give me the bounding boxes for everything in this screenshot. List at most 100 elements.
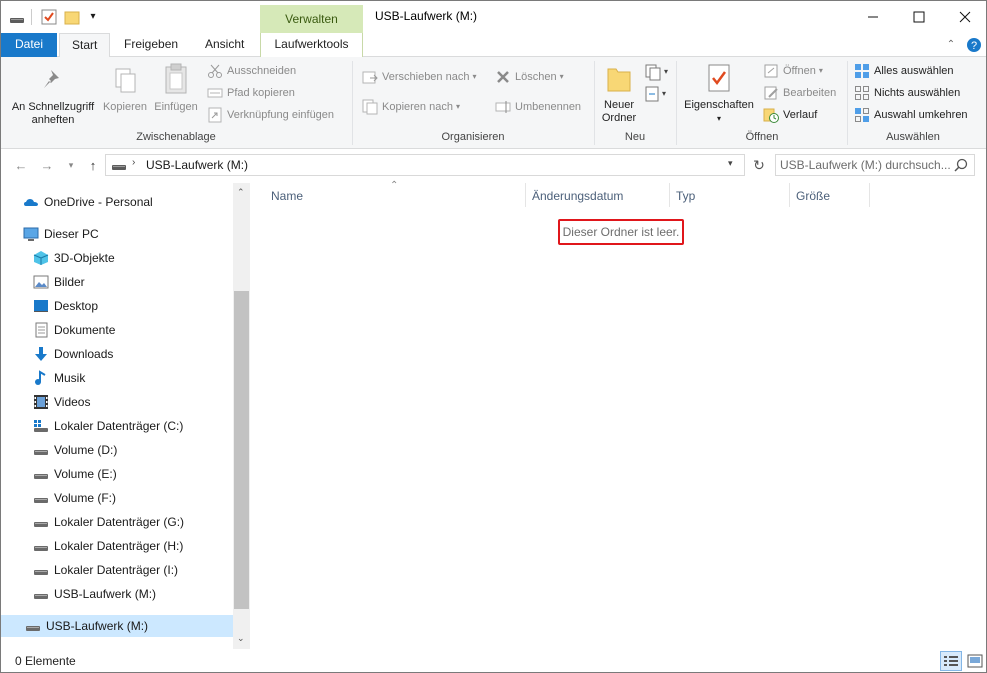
- move-to-button[interactable]: Verschieben nach ▾: [362, 67, 477, 87]
- tab-file[interactable]: Datei: [1, 33, 57, 57]
- properties-icon[interactable]: [41, 9, 57, 25]
- tree-item-drive-f[interactable]: Volume (F:): [33, 487, 116, 509]
- copy-to-button[interactable]: Kopieren nach ▾: [362, 97, 460, 117]
- search-input[interactable]: USB-Laufwerk (M:) durchsuch...: [775, 154, 975, 176]
- properties-button[interactable]: Eigenschaften ▾: [681, 63, 757, 125]
- usb-drive-icon: [33, 586, 49, 602]
- tree-item-downloads[interactable]: Downloads: [33, 343, 113, 365]
- paste-shortcut-icon: [207, 107, 223, 123]
- group-label-clipboard: Zwischenablage: [136, 131, 216, 143]
- paste-button[interactable]: Einfügen: [151, 63, 201, 114]
- copy-to-icon: [362, 99, 378, 115]
- copy-icon: [115, 68, 136, 93]
- open-button[interactable]: Öffnen ▾: [763, 61, 823, 81]
- copy-path-button[interactable]: Pfad kopieren: [207, 83, 295, 103]
- pictures-icon: [33, 274, 49, 290]
- new-folder-icon[interactable]: [64, 9, 80, 25]
- refresh-icon[interactable]: ↻: [750, 156, 768, 174]
- paste-shortcut-button[interactable]: Verknüpfung einfügen: [207, 105, 334, 125]
- scroll-down-icon[interactable]: ⌄: [237, 633, 245, 644]
- tree-item-3d-objects[interactable]: 3D-Objekte: [33, 247, 115, 269]
- details-view-icon: [944, 656, 958, 666]
- address-bar[interactable]: › USB-Laufwerk (M:) ▾: [105, 154, 745, 176]
- 3d-objects-icon: [33, 250, 49, 266]
- tab-drive-tools[interactable]: Laufwerktools: [260, 33, 363, 57]
- status-bar: 0 Elemente: [1, 649, 986, 672]
- close-button[interactable]: [942, 1, 986, 33]
- tree-item-videos[interactable]: Videos: [33, 391, 90, 413]
- column-header-type[interactable]: Typ: [676, 183, 695, 207]
- collapse-ribbon-icon[interactable]: ⌃: [944, 38, 958, 52]
- tree-item-pictures[interactable]: Bilder: [33, 271, 85, 293]
- minimize-button[interactable]: [850, 1, 896, 33]
- address-path[interactable]: USB-Laufwerk (M:): [146, 158, 248, 172]
- tree-label: Lokaler Datenträger (H:): [54, 539, 184, 553]
- pin-label-1: An Schnellzugriff: [11, 101, 95, 113]
- copy-button[interactable]: Kopieren: [101, 67, 149, 114]
- column-separator[interactable]: [525, 183, 526, 207]
- large-icons-view-button[interactable]: [965, 651, 985, 671]
- tree-item-drive-i[interactable]: Lokaler Datenträger (I:): [33, 559, 178, 581]
- file-list: ⌃ Name Änderungsdatum Typ Größe Dieser O…: [250, 180, 986, 649]
- edit-button[interactable]: Bearbeiten: [763, 83, 836, 103]
- easy-access-button[interactable]: ▾: [644, 85, 668, 103]
- tree-label: USB-Laufwerk (M:): [46, 619, 149, 633]
- column-header-name[interactable]: Name: [271, 183, 303, 207]
- tree-item-selected-usb[interactable]: USB-Laufwerk (M:): [1, 615, 233, 637]
- maximize-button[interactable]: [896, 1, 942, 33]
- tree-item-music[interactable]: Musik: [33, 367, 85, 389]
- new-folder-label-1: Neuer: [604, 99, 634, 111]
- copy-path-icon: [207, 85, 223, 101]
- tree-item-drive-h[interactable]: Lokaler Datenträger (H:): [33, 535, 183, 557]
- address-dropdown-icon[interactable]: ▾: [728, 158, 733, 169]
- tree-item-drive-g[interactable]: Lokaler Datenträger (G:): [33, 511, 184, 533]
- new-folder-button[interactable]: Neuer Ordner: [598, 63, 640, 125]
- open-label: Öffnen: [783, 65, 816, 77]
- downloads-icon: [33, 346, 49, 362]
- details-view-button[interactable]: [940, 651, 962, 671]
- new-item-button[interactable]: ▾: [644, 63, 668, 81]
- ribbon: An Schnellzugriff anheften Kopieren Einf…: [1, 57, 986, 149]
- qat-customize-icon[interactable]: ▾: [85, 9, 101, 25]
- scroll-up-icon[interactable]: ⌃: [237, 187, 245, 198]
- window-title: USB-Laufwerk (M:): [375, 9, 478, 23]
- recent-locations-button[interactable]: ▾: [61, 155, 81, 175]
- tree-item-desktop[interactable]: Desktop: [33, 295, 98, 317]
- column-header-modified[interactable]: Änderungsdatum: [532, 183, 623, 207]
- select-all-button[interactable]: Alles auswählen: [854, 61, 954, 81]
- drive-icon: [33, 490, 49, 506]
- svg-text:▾: ▾: [662, 89, 666, 98]
- rename-button[interactable]: Umbenennen: [495, 97, 581, 117]
- scrollbar-thumb[interactable]: [234, 291, 249, 609]
- column-header-size[interactable]: Größe: [796, 183, 830, 207]
- column-separator[interactable]: [869, 183, 870, 207]
- tree-label: Downloads: [54, 347, 114, 361]
- invert-selection-label: Auswahl umkehren: [874, 109, 968, 121]
- column-separator[interactable]: [669, 183, 670, 207]
- tree-item-onedrive[interactable]: OneDrive - Personal: [23, 191, 153, 213]
- tree-item-drive-e[interactable]: Volume (E:): [33, 463, 117, 485]
- forward-button[interactable]: →: [37, 155, 57, 175]
- tab-start[interactable]: Start: [59, 33, 111, 58]
- select-none-button[interactable]: Nichts auswählen: [854, 83, 960, 103]
- tree-item-this-pc[interactable]: Dieser PC: [23, 223, 99, 245]
- back-button[interactable]: ←: [11, 155, 31, 175]
- pin-label-2: anheften: [31, 114, 75, 126]
- history-button[interactable]: Verlauf: [763, 105, 817, 125]
- sort-ascending-icon: ⌃: [390, 180, 399, 191]
- up-button[interactable]: ↑: [83, 155, 103, 175]
- invert-selection-button[interactable]: Auswahl umkehren: [854, 105, 968, 125]
- navigation-scrollbar[interactable]: ⌃ ⌄: [233, 183, 250, 649]
- tree-item-drive-c[interactable]: Lokaler Datenträger (C:): [33, 415, 183, 437]
- tree-item-drive-m[interactable]: USB-Laufwerk (M:): [33, 583, 156, 605]
- tree-item-documents[interactable]: Dokumente: [33, 319, 115, 341]
- tab-share[interactable]: Freigeben: [112, 33, 190, 57]
- help-icon[interactable]: ?: [966, 37, 982, 53]
- delete-button[interactable]: Löschen ▾: [495, 67, 564, 87]
- tree-item-drive-d[interactable]: Volume (D:): [33, 439, 117, 461]
- cut-button[interactable]: Ausschneiden: [207, 61, 296, 81]
- tree-label: 3D-Objekte: [54, 251, 115, 265]
- pin-quick-access-button[interactable]: An Schnellzugriff anheften: [7, 67, 99, 127]
- tab-view[interactable]: Ansicht: [193, 33, 256, 57]
- column-separator[interactable]: [789, 183, 790, 207]
